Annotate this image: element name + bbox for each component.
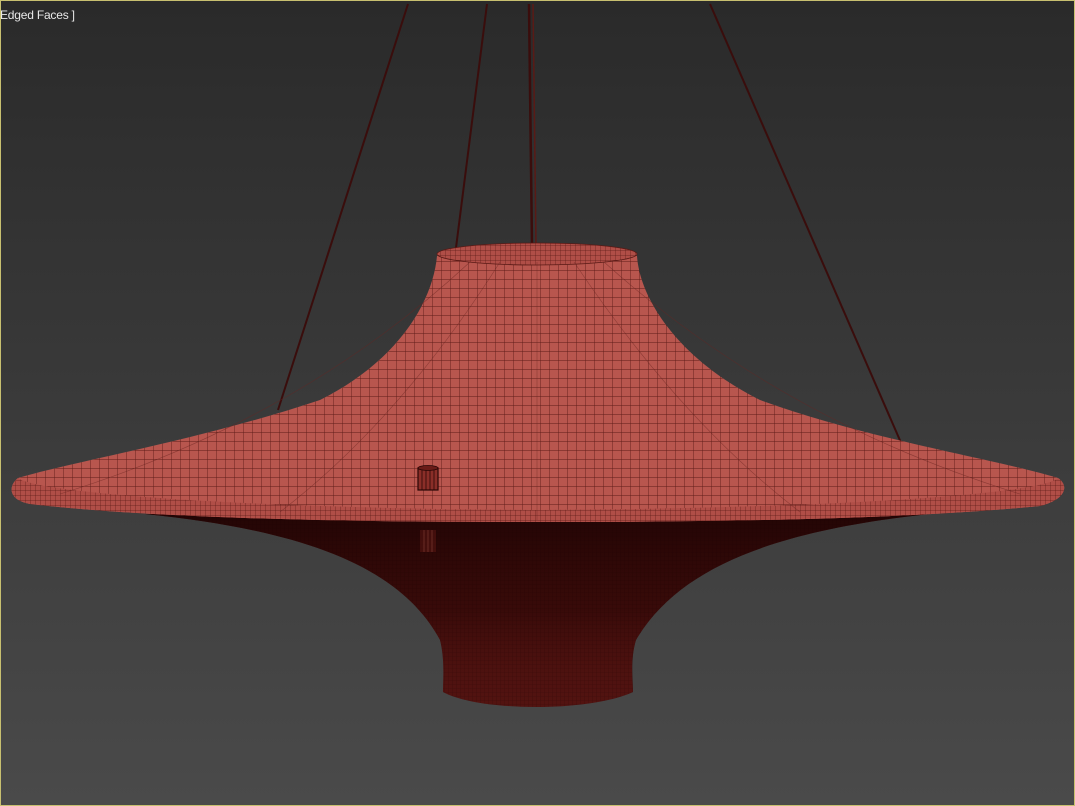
pendant-lamp-shade-icon[interactable] [0,0,1075,806]
perspective-viewport[interactable]: Edged Faces ] [0,0,1075,806]
shade-top-surface [11,247,1065,522]
shade-top-cap [436,242,638,266]
viewport-shading-label[interactable]: Edged Faces ] [0,8,75,22]
